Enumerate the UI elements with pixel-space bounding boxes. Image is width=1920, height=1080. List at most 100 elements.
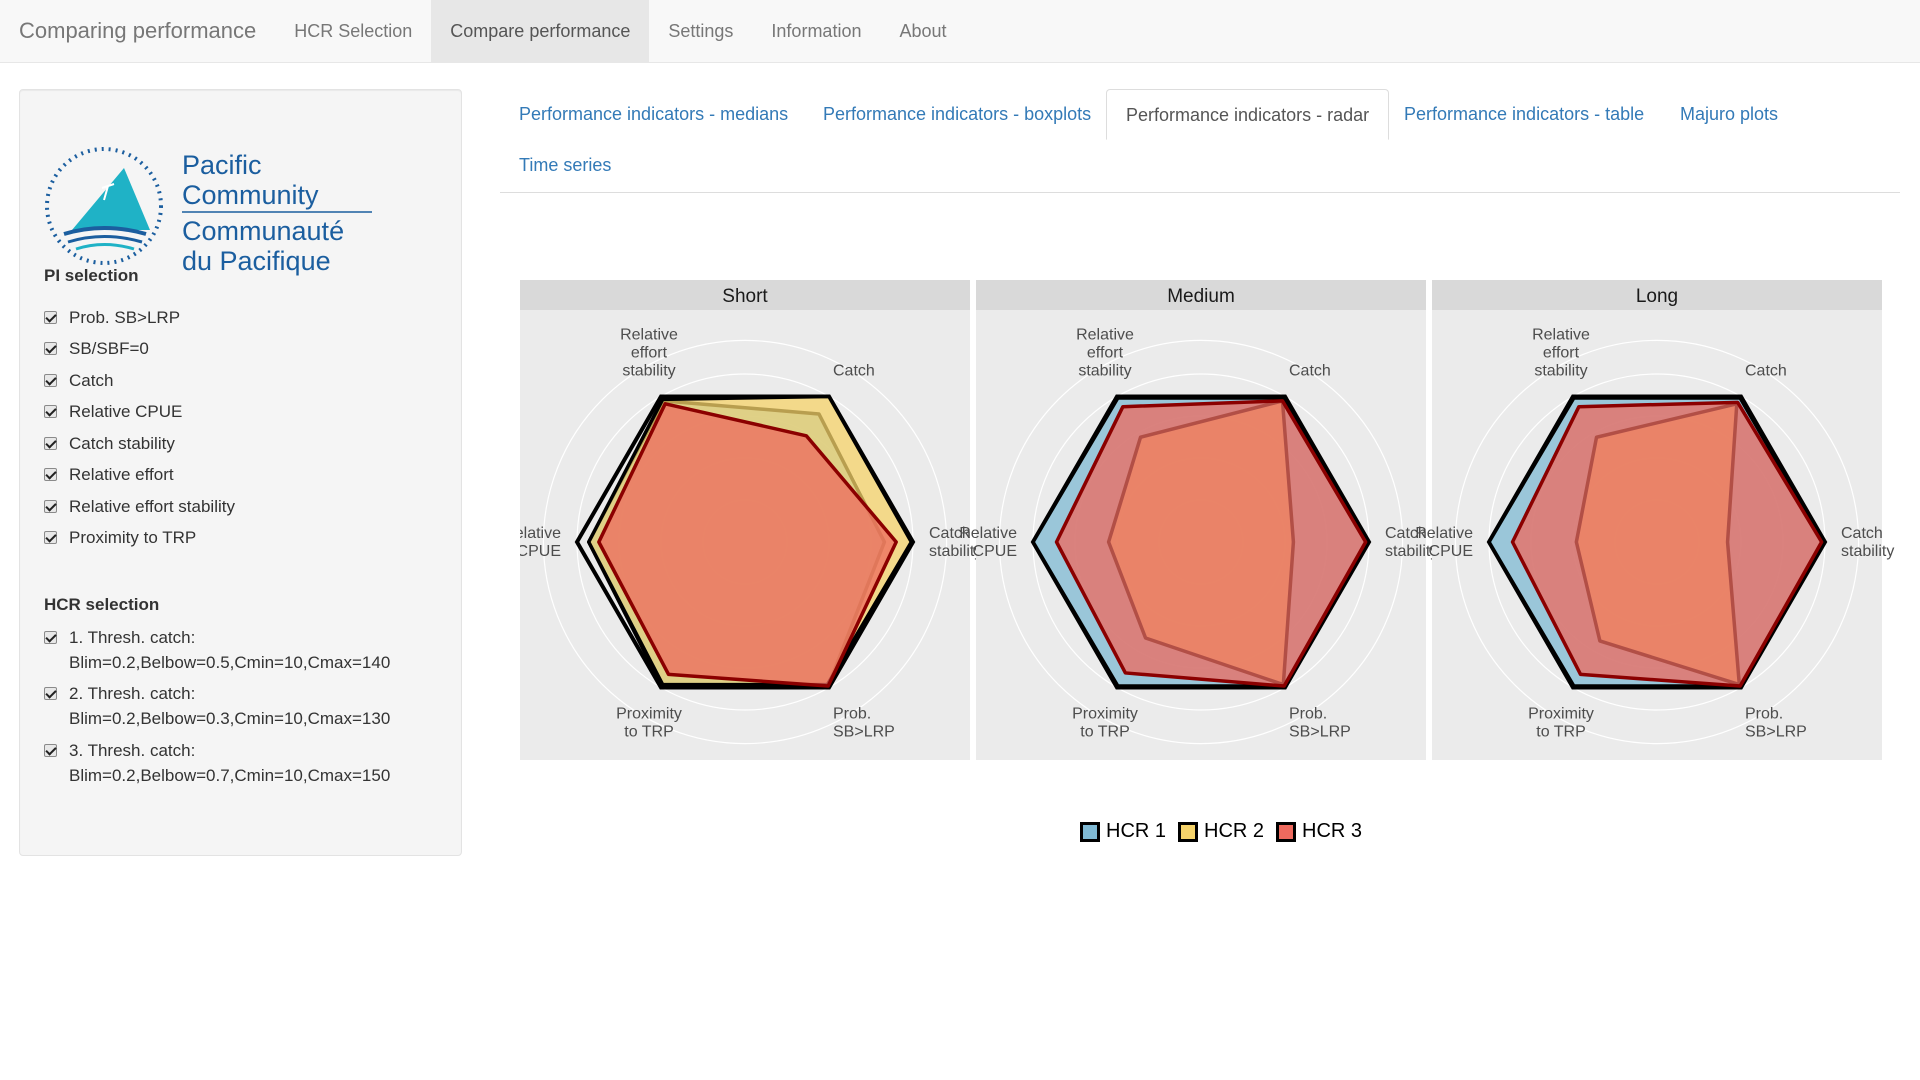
hcr-label: 2. Thresh. catch: Blim=0.2,Belbow=0.3,Cmi… (69, 684, 391, 728)
axis-label: Catch (1745, 363, 1787, 380)
pacific-community-logo: Pacific Community Communauté du Pacifiqu… (45, 147, 372, 276)
checkbox-checked[interactable] (44, 531, 57, 544)
checkbox-checked[interactable] (44, 687, 57, 700)
axis-label-line: stability (1841, 543, 1894, 560)
axis-label-line: SB>LRP (1745, 723, 1807, 740)
top-navbar: Comparing performance HCR Selection Comp… (0, 0, 1920, 63)
axis-label-line: CPUE (973, 543, 1017, 560)
tab-pi-table[interactable]: Performance indicators - table (1385, 89, 1663, 140)
axis-label: Proximity to TRP (1072, 705, 1138, 740)
checkbox-checked[interactable] (44, 405, 57, 418)
hcr-selection-title: HCR selection (44, 595, 160, 614)
logo-text-community: Community (182, 180, 319, 210)
pi-label: Relative effort stability (69, 497, 235, 516)
axis-label-line: effort (631, 345, 668, 362)
panel-title: Medium (1167, 286, 1235, 307)
checkbox-checked[interactable] (44, 744, 57, 757)
output-tabs: Performance indicators - medians Perform… (500, 89, 1900, 193)
axis-label-line: to TRP (624, 723, 674, 740)
axis-label-line: Relative (1532, 327, 1590, 344)
nav-compare-performance[interactable]: Compare performance (431, 0, 650, 62)
axis-label-line: CPUE (1429, 543, 1473, 560)
pi-checkbox-row[interactable]: Relative effort stability (44, 494, 235, 519)
axis-label: Catch stability (1841, 525, 1894, 560)
pi-checkbox-row[interactable]: Catch stability (44, 431, 175, 456)
axis-label-line: Relative (1076, 327, 1134, 344)
axis-label-line: effort (1087, 345, 1124, 362)
radar-panel: MediumCatchCatch stabilityProb. SB>LRPProx… (959, 280, 1438, 760)
legend-label: HCR 1 (1106, 820, 1167, 842)
hcr-checkbox-row[interactable]: 2. Thresh. catch: Blim=0.2,Belbow=0.3,Cmi… (44, 681, 429, 731)
radar-plot: ShortCatchCatch stabilityProb. SB>LRPProxi… (520, 280, 1894, 760)
axis-label-line: Catch (1745, 363, 1787, 380)
legend-item: HCR 1 (1080, 820, 1166, 843)
tab-pi-radar[interactable]: Performance indicators - radar (1106, 89, 1390, 140)
tab-majuro-plots[interactable]: Majuro plots (1661, 89, 1797, 140)
axis-label-line: Catch (833, 363, 875, 380)
pi-label: Relative effort (69, 465, 174, 484)
pi-checkbox-row[interactable]: Relative effort (44, 462, 174, 487)
pi-selection-title: PI selection (44, 266, 139, 285)
pi-checkbox-row[interactable]: Relative CPUE (44, 399, 182, 424)
pi-label: Catch stability (69, 434, 175, 453)
logo-text-pacific: Pacific (182, 150, 262, 180)
logo-text-du-pacifique: du Pacifique (182, 246, 331, 276)
nav-information[interactable]: Information (752, 0, 880, 62)
pi-checkbox-row[interactable]: Proximity to TRP (44, 525, 196, 550)
legend-label: HCR 2 (1204, 820, 1265, 842)
hcr-checkbox-row[interactable]: 1. Thresh. catch: Blim=0.2,Belbow=0.5,Cmi… (44, 625, 429, 675)
axis-label-line: Prob. (833, 705, 871, 722)
tab-pi-medians[interactable]: Performance indicators - medians (500, 89, 807, 140)
legend-key-hcr2 (1178, 821, 1199, 842)
checkbox-checked[interactable] (44, 374, 57, 387)
logo-emblem-icon (45, 147, 163, 265)
panel-title: Long (1636, 286, 1678, 307)
axis-label-line: Proximity (1072, 705, 1138, 722)
pi-label: Proximity to TRP (69, 528, 197, 547)
pi-checkbox-row[interactable]: Prob. SB>LRP (44, 305, 180, 330)
nav-about[interactable]: About (880, 0, 965, 62)
axis-label-line: Prob. (1745, 705, 1783, 722)
checkbox-checked[interactable] (44, 437, 57, 450)
pi-label: SB/SBF=0 (69, 339, 149, 358)
navbar-brand[interactable]: Comparing performance (0, 0, 275, 62)
axis-label-line: SB>LRP (833, 723, 895, 740)
axis-label-line: Relative (520, 525, 561, 542)
axis-label-line: Proximity (616, 705, 682, 722)
legend-key-hcr1 (1080, 821, 1100, 842)
axis-label-line: stability (1078, 363, 1131, 380)
axis-label: RelativeCPUE (520, 525, 561, 560)
tab-time-series[interactable]: Time series (500, 140, 630, 191)
checkbox-checked[interactable] (44, 311, 57, 324)
plot-legend: HCR 1 HCR 2 HCR 3 (1080, 820, 1374, 843)
panel-title: Short (722, 286, 768, 307)
axis-label-line: Catch (1841, 525, 1883, 542)
legend-key-hcr3 (1276, 821, 1297, 842)
axis-label-line: Proximity (1528, 705, 1594, 722)
pi-checkbox-row[interactable]: Catch (44, 368, 113, 393)
checkbox-checked[interactable] (44, 500, 57, 513)
hcr-label: 3. Thresh. catch: Blim=0.2,Belbow=0.7,Cmi… (69, 741, 391, 785)
nav-hcr-selection[interactable]: HCR Selection (275, 0, 431, 62)
checkbox-checked[interactable] (44, 468, 57, 481)
tab-pi-boxplots[interactable]: Performance indicators - boxplots (804, 89, 1110, 140)
sidebar-panel: Pacific Community Communauté du Pacifiqu… (19, 89, 462, 856)
checkbox-checked[interactable] (44, 631, 57, 644)
axis-label-line: SB>LRP (1289, 723, 1351, 740)
radar-panel: ShortCatchCatch stabilityProb. SB>LRPProxi… (520, 280, 982, 760)
axis-label-line: stability (622, 363, 675, 380)
axis-label-line: stability (1534, 363, 1587, 380)
axis-label-line: Prob. (1289, 705, 1327, 722)
axis-label: Catch (833, 363, 875, 380)
checkbox-checked[interactable] (44, 342, 57, 355)
pi-label: Prob. SB>LRP (69, 308, 181, 327)
logo-text-communaute: Communauté (182, 216, 344, 246)
axis-label-line: Relative (620, 327, 678, 344)
axis-label-line: Relative (1415, 525, 1473, 542)
nav-settings[interactable]: Settings (649, 0, 752, 62)
pi-label: Catch (69, 371, 114, 390)
pi-label: Relative CPUE (69, 402, 183, 421)
hcr-checkbox-row[interactable]: 3. Thresh. catch: Blim=0.2,Belbow=0.7,Cmi… (44, 738, 429, 788)
pi-checkbox-row[interactable]: SB/SBF=0 (44, 336, 149, 361)
axis-label-line: CPUE (520, 543, 561, 560)
